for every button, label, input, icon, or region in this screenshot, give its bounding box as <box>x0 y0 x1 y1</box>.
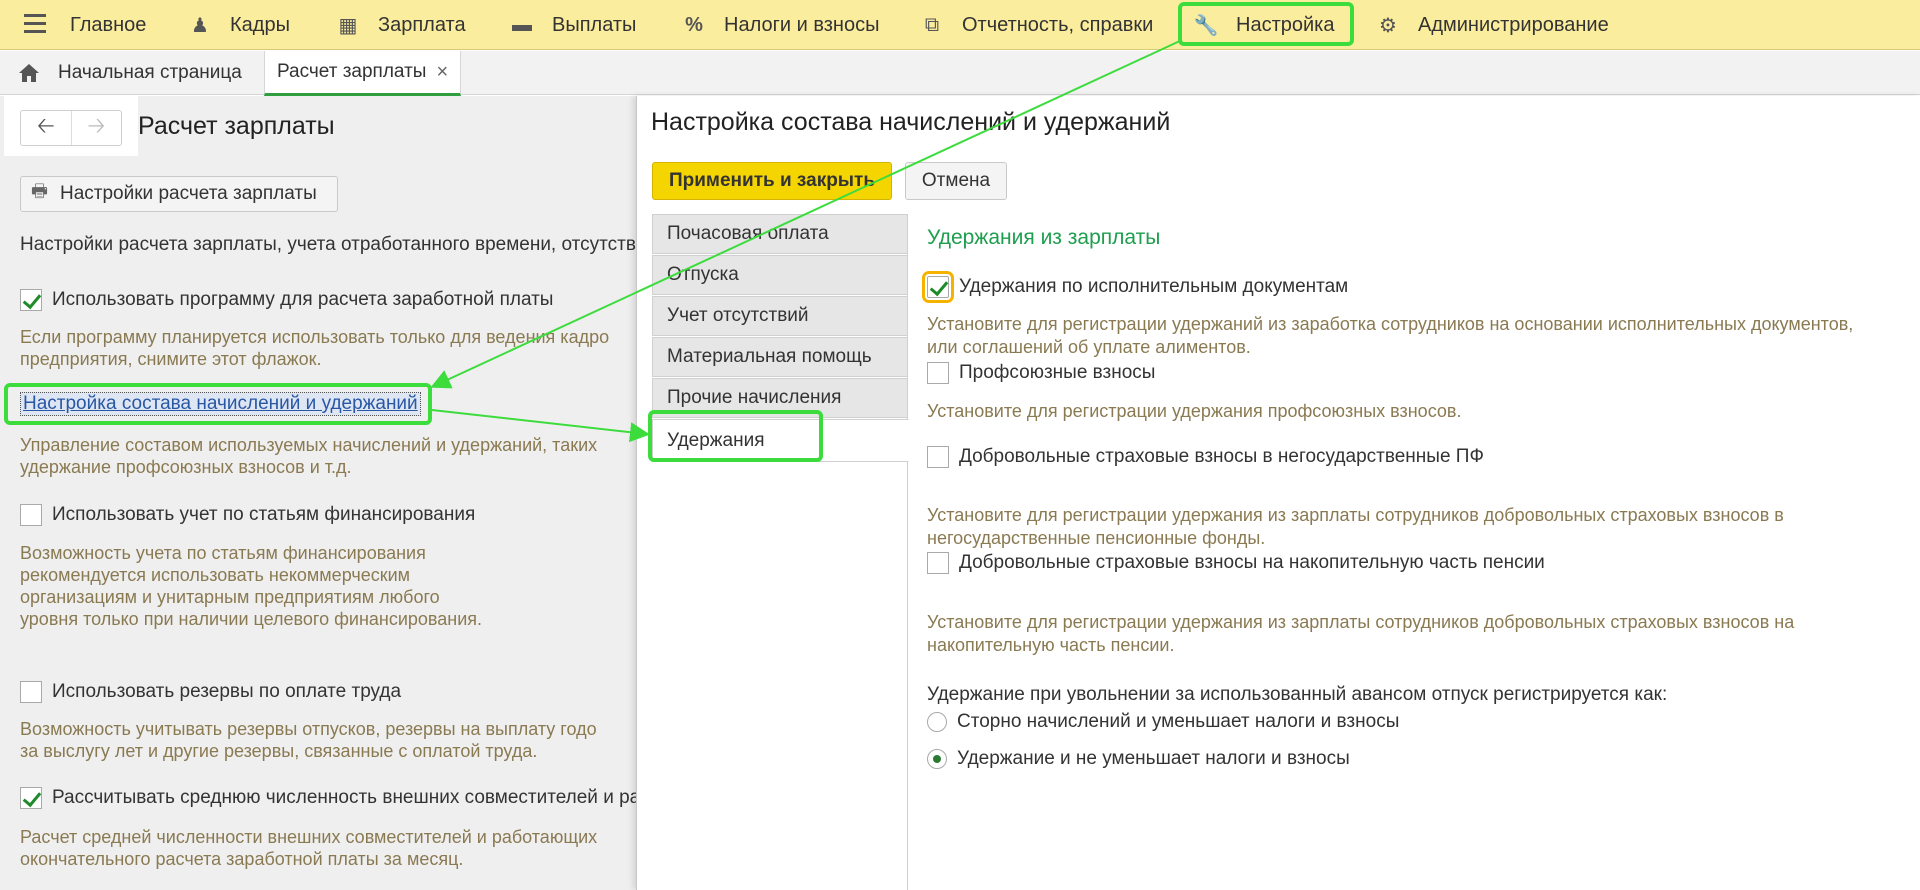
button-label: Настройки расчета зарплаты <box>60 183 317 204</box>
hamburger-icon[interactable] <box>24 14 46 34</box>
funded-pension-checkbox[interactable]: Добровольные страховые взносы на накопит… <box>927 552 1545 574</box>
printer-icon: 🖶 <box>31 181 48 201</box>
highlight-settings-menu <box>1178 2 1354 46</box>
checkbox-box[interactable] <box>927 552 949 574</box>
home-icon <box>18 63 40 83</box>
radio-label: Сторно начислений и уменьшает налоги и в… <box>957 711 1400 732</box>
npf-contributions-checkbox[interactable]: Добровольные страховые взносы в негосуда… <box>927 446 1484 468</box>
menu-item-reports[interactable]: ⧉ Отчетность, справки <box>918 0 1153 50</box>
checkbox-box[interactable] <box>20 289 42 311</box>
menu-item-label: Администрирование <box>1418 13 1609 36</box>
checkbox-box[interactable] <box>927 362 949 384</box>
section-title: Удержания из зарплаты <box>927 226 1161 249</box>
main-menu-bar: Главное ♟ Кадры ▦ Зарплата ▬ Выплаты % Налог… <box>0 0 1920 50</box>
tab-label: Расчет зарплаты <box>277 61 427 82</box>
apply-and-close-button[interactable]: Применить и закрыть <box>652 162 892 200</box>
funded-pension-hint: Установите для регистрации удержания из … <box>927 612 1795 655</box>
checkbox-label: Использовать резервы по оплате труда <box>52 681 402 702</box>
settings-panel: 🡠 🡢 Расчет зарплаты 🖶 Настройки расчета … <box>0 96 640 890</box>
checkbox-box[interactable] <box>20 787 42 809</box>
tab-home[interactable]: Начальная страница <box>18 51 242 95</box>
radio-group-caption: Удержание при увольнении за использованн… <box>927 684 1668 705</box>
deductions-settings-dialog: Настройка состава начислений и удержаний… <box>636 96 1920 890</box>
radio-deduction[interactable]: Удержание и не уменьшает налоги и взносы <box>927 748 1350 770</box>
deductions-content: Удержания из зарплаты Удержания по испол… <box>922 214 1915 890</box>
radio-button[interactable] <box>927 749 947 769</box>
wallet-icon: ▬ <box>512 13 532 36</box>
percent-icon: % <box>685 13 703 36</box>
writ-deductions-hint: Установите для регистрации удержаний из … <box>927 314 1854 357</box>
use-program-checkbox[interactable]: Использовать программу для расчета зараб… <box>20 289 553 311</box>
app-window: Главное ♟ Кадры ▦ Зарплата ▬ Выплаты % Налог… <box>0 0 1920 890</box>
salary-settings-button[interactable]: 🖶 Настройки расчета зарплаты <box>20 176 338 212</box>
gear-icon: ⚙ <box>1379 14 1397 37</box>
dialog-title: Настройка состава начислений и удержаний <box>651 108 1171 136</box>
average-headcount-checkbox[interactable]: Рассчитывать среднюю численность внешних… <box>20 787 640 809</box>
radio-button[interactable] <box>927 712 947 732</box>
dialog-side-tabs: Почасовая оплата Отпуска Учет отсутствий… <box>652 214 909 890</box>
people-icon: ♟ <box>191 14 209 37</box>
radio-label: Удержание и не уменьшает налоги и взносы <box>957 748 1350 769</box>
cancel-button[interactable]: Отмена <box>905 162 1007 200</box>
checkbox-label: Удержания по исполнительным документам <box>959 276 1349 297</box>
menu-item-hr[interactable]: ♟ Кадры <box>186 0 290 50</box>
finance-hint: Возможность учета по статьям финансирова… <box>20 543 483 629</box>
finance-items-checkbox[interactable]: Использовать учет по статьям финансирова… <box>20 504 475 526</box>
tab-label: Начальная страница <box>58 62 242 83</box>
tab-financial-aid[interactable]: Материальная помощь <box>652 337 908 377</box>
intro-text: Настройки расчета зарплаты, учета отрабо… <box>20 234 636 255</box>
page-title: Расчет зарплаты <box>138 112 335 140</box>
menu-item-label: Выплаты <box>552 13 637 36</box>
average-headcount-hint: Расчет средней численности внешних совме… <box>20 827 598 869</box>
menu-item-label: Главное <box>70 13 147 36</box>
forward-arrow-icon[interactable]: 🡢 <box>70 111 122 145</box>
highlight-link <box>4 383 432 425</box>
reserves-hint: Возможность учитывать резервы отпусков, … <box>20 719 597 761</box>
menu-item-payments[interactable]: ▬ Выплаты <box>508 0 636 50</box>
tab-salary-calc[interactable]: Расчет зарплаты × <box>264 51 462 96</box>
highlight-deductions-tab <box>648 410 823 462</box>
menu-item-label: Отчетность, справки <box>962 13 1154 36</box>
tab-bar: Начальная страница Расчет зарплаты × <box>0 51 1920 96</box>
checkbox-label: Рассчитывать среднюю численность внешних… <box>52 787 641 808</box>
menu-item-label: Зарплата <box>378 13 466 36</box>
checkbox-label: Профсоюзные взносы <box>959 362 1156 383</box>
checkbox-box[interactable] <box>922 271 954 303</box>
menu-item-main[interactable]: Главное <box>70 0 146 50</box>
menu-item-salary[interactable]: ▦ Зарплата <box>334 0 466 50</box>
writ-deductions-checkbox[interactable]: Удержания по исполнительным документам <box>922 271 1349 303</box>
menu-item-taxes[interactable]: % Налоги и взносы <box>680 0 879 50</box>
close-icon[interactable]: × <box>436 61 448 84</box>
radio-storno[interactable]: Сторно начислений и уменьшает налоги и в… <box>927 711 1399 733</box>
menu-item-label: Налоги и взносы <box>724 13 880 36</box>
link-hint: Управление составом используемых начисле… <box>20 435 598 477</box>
reserves-checkbox[interactable]: Использовать резервы по оплате труда <box>20 681 401 703</box>
npf-contributions-hint: Установите для регистрации удержания из … <box>927 505 1784 548</box>
calculator-icon: ▦ <box>338 14 358 37</box>
union-dues-hint: Установите для регистрации удержания про… <box>927 401 1462 421</box>
reports-icon: ⧉ <box>924 13 940 36</box>
checkbox-box[interactable] <box>927 446 949 468</box>
checkbox-label: Добровольные страховые взносы на накопит… <box>959 552 1545 573</box>
menu-item-admin[interactable]: ⚙ Администрирование <box>1374 0 1609 50</box>
union-dues-checkbox[interactable]: Профсоюзные взносы <box>927 362 1155 384</box>
checkbox-box[interactable] <box>20 504 42 526</box>
tab-absences[interactable]: Учет отсутствий <box>652 296 908 336</box>
tab-hourly-pay[interactable]: Почасовая оплата <box>652 214 908 254</box>
checkbox-label: Добровольные страховые взносы в негосуда… <box>959 446 1484 467</box>
checkbox-box[interactable] <box>20 681 42 703</box>
back-arrow-icon[interactable]: 🡠 <box>21 111 71 145</box>
use-program-hint: Если программу планируется использовать … <box>20 327 610 369</box>
checkbox-label: Использовать учет по статьям финансирова… <box>52 504 476 525</box>
nav-buttons: 🡠 🡢 <box>20 110 122 146</box>
menu-item-label: Кадры <box>230 13 290 36</box>
checkbox-label: Использовать программу для расчета зараб… <box>52 289 554 310</box>
tab-vacations[interactable]: Отпуска <box>652 255 908 295</box>
